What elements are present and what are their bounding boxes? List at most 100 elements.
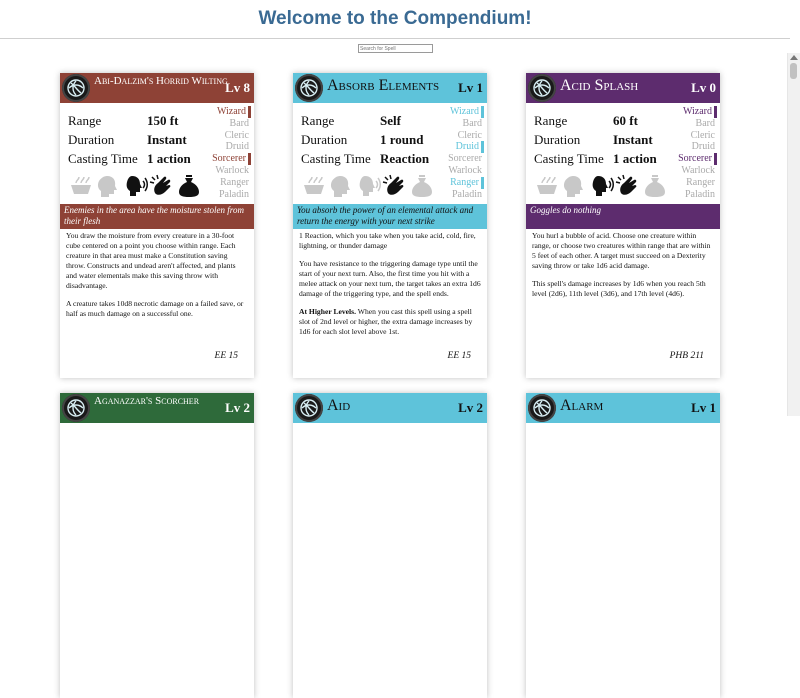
verbal-icon xyxy=(355,173,381,204)
spell-name: Absorb Elements xyxy=(327,77,440,94)
higher-levels-paragraph: At Higher Levels. When you cast this spe… xyxy=(299,307,481,337)
card-header: Acid Splash Lv 0 xyxy=(526,73,720,103)
class-warlock: Warlock xyxy=(215,164,249,176)
spell-card[interactable]: Aid Lv 2 xyxy=(293,393,487,698)
class-list: Wizard Bard Cleric Druid Sorcerer Warlock Rang… xyxy=(432,106,484,200)
class-warlock: Warlock xyxy=(448,164,482,176)
description-paragraph: A creature takes 10d8 necrotic damage on… xyxy=(66,299,244,318)
material-icon xyxy=(642,173,668,204)
search-input[interactable] xyxy=(358,44,433,53)
spell-card[interactable]: Alarm Lv 1 xyxy=(526,393,720,698)
spell-description: You draw the moisture from every creatur… xyxy=(66,231,248,327)
concentration-icon xyxy=(95,173,121,204)
duration-value: Instant xyxy=(147,132,187,147)
scroll-thumb[interactable] xyxy=(790,63,797,79)
higher-levels-label: At Higher Levels. xyxy=(299,307,357,316)
range-label: Range xyxy=(534,113,568,128)
school-emblem-icon xyxy=(295,74,323,102)
class-ranger: Ranger xyxy=(220,176,249,188)
class-warlock: Warlock xyxy=(681,164,715,176)
school-emblem-icon xyxy=(528,74,556,102)
spell-name: Aid xyxy=(327,397,351,414)
source-reference: EE 15 xyxy=(214,351,238,361)
verbal-icon xyxy=(588,173,614,204)
somatic-icon xyxy=(382,173,408,204)
range-value: Self xyxy=(380,113,401,128)
school-emblem-icon xyxy=(528,394,556,422)
ritual-icon xyxy=(301,173,327,204)
spell-level: Lv 8 xyxy=(225,80,250,95)
class-bard: Bard xyxy=(695,117,715,129)
spell-card[interactable]: Abi-Dalzim's Horrid Wilting Lv 8 Range 150 … xyxy=(60,73,254,378)
page-title: Welcome to the Compendium! xyxy=(258,8,532,29)
source-reference: EE 15 xyxy=(447,351,471,361)
spell-card[interactable]: Acid Splash Lv 0 Range 60 ft Duration Instant… xyxy=(526,73,720,378)
spell-level: Lv 2 xyxy=(225,400,250,415)
duration-value: 1 round xyxy=(380,132,424,147)
spell-level: Lv 2 xyxy=(458,400,483,415)
class-sorcerer: Sorcerer xyxy=(199,153,251,165)
description-paragraph: You have resistance to the triggering da… xyxy=(299,259,481,298)
range-label: Range xyxy=(301,113,335,128)
class-paladin: Paladin xyxy=(219,188,249,200)
material-icon xyxy=(409,173,435,204)
class-sorcerer: Sorcerer xyxy=(448,153,482,165)
spell-name: Abi-Dalzim's Horrid Wilting xyxy=(94,75,228,87)
class-list: Wizard Bard Cleric Druid Sorcerer Warlock Rang… xyxy=(199,106,251,200)
casting-time-label: Casting Time xyxy=(301,151,371,166)
somatic-icon xyxy=(615,173,641,204)
spell-description: You hurl a bubble of acid. Choose one cr… xyxy=(532,231,714,307)
casting-time-value: 1 action xyxy=(147,151,191,166)
description-paragraph: This spell's damage increases by 1d6 whe… xyxy=(532,279,706,298)
school-emblem-icon xyxy=(62,74,90,102)
card-header: Aid Lv 2 xyxy=(293,393,487,423)
class-list: Wizard Bard Cleric Druid Sorcerer Warlock Rang… xyxy=(665,106,717,200)
scroll-up-arrow-icon[interactable] xyxy=(790,55,798,60)
duration-label: Duration xyxy=(68,132,115,147)
material-icon xyxy=(176,173,202,204)
class-cleric: Cleric xyxy=(224,129,249,141)
description-paragraph: You hurl a bubble of acid. Choose one cr… xyxy=(532,231,711,270)
flavor-text: Goggles do nothing xyxy=(526,204,720,229)
flavor-text: You absorb the power of an elemental att… xyxy=(293,204,487,229)
class-wizard: Wizard xyxy=(199,106,251,118)
range-value: 150 ft xyxy=(147,113,179,128)
card-header: Aganazzar's Scorcher Lv 2 xyxy=(60,393,254,423)
card-header: Absorb Elements Lv 1 xyxy=(293,73,487,103)
class-druid: Druid xyxy=(225,141,249,153)
duration-label: Duration xyxy=(301,132,348,147)
duration-label: Duration xyxy=(534,132,581,147)
casting-time-value: Reaction xyxy=(380,151,430,166)
somatic-icon xyxy=(149,173,175,204)
school-emblem-icon xyxy=(295,394,323,422)
scrollbar[interactable] xyxy=(787,53,800,416)
class-cleric: Cleric xyxy=(690,129,715,141)
class-sorcerer: Sorcerer xyxy=(665,153,717,165)
spell-card[interactable]: Absorb Elements Lv 1 Range Self Duration 1 ro… xyxy=(293,73,487,378)
casting-time-label: Casting Time xyxy=(68,151,138,166)
class-druid: Druid xyxy=(432,141,484,154)
spell-level: Lv 1 xyxy=(458,80,483,95)
ritual-icon xyxy=(68,173,94,204)
class-ranger: Ranger xyxy=(686,176,715,188)
concentration-icon xyxy=(561,173,587,204)
source-reference: PHB 211 xyxy=(669,351,704,361)
class-paladin: Paladin xyxy=(452,188,482,200)
header-divider xyxy=(0,38,790,39)
class-paladin: Paladin xyxy=(685,188,715,200)
class-bard: Bard xyxy=(229,117,249,129)
class-wizard: Wizard xyxy=(665,106,717,118)
spell-card[interactable]: Aganazzar's Scorcher Lv 2 xyxy=(60,393,254,698)
class-wizard: Wizard xyxy=(432,106,484,118)
concentration-icon xyxy=(328,173,354,204)
class-ranger: Ranger xyxy=(432,176,484,189)
range-value: 60 ft xyxy=(613,113,638,128)
spell-level: Lv 0 xyxy=(691,80,716,95)
class-bard: Bard xyxy=(462,117,482,129)
card-header: Abi-Dalzim's Horrid Wilting Lv 8 xyxy=(60,73,254,103)
casting-time-value: 1 action xyxy=(613,151,657,166)
spell-description: 1 Reaction, which you take when you take… xyxy=(299,231,481,345)
duration-value: Instant xyxy=(613,132,653,147)
range-label: Range xyxy=(68,113,102,128)
spell-name: Acid Splash xyxy=(560,77,639,94)
